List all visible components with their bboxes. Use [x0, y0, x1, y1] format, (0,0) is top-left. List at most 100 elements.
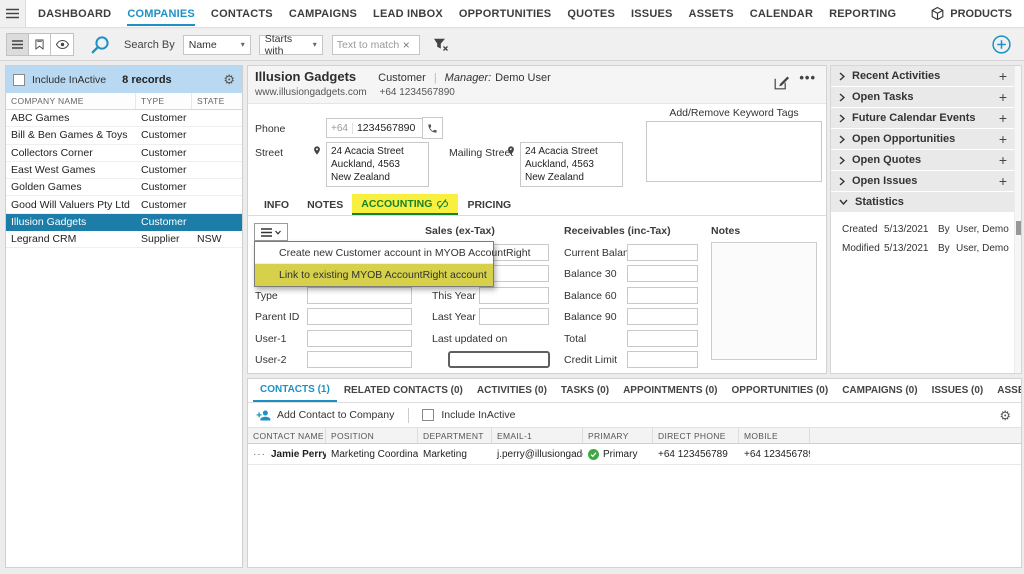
add-recent-activity-button[interactable]: +	[999, 69, 1007, 83]
tab-contacts[interactable]: CONTACTS (1)	[253, 379, 337, 402]
tab-appointments[interactable]: APPOINTMENTS (0)	[616, 379, 724, 402]
balance-30-input[interactable]	[627, 265, 698, 282]
column-company-name[interactable]: COMPANY NAME	[6, 93, 136, 109]
column-mobile[interactable]: MOBILE	[739, 428, 810, 443]
add-contact-label[interactable]: Add Contact to Company	[277, 409, 394, 421]
tab-accounting[interactable]: ACCOUNTING	[352, 194, 458, 215]
tab-info[interactable]: INFO	[255, 194, 298, 215]
search-input[interactable]	[337, 39, 403, 51]
tab-assets[interactable]: ASSETS (0)	[990, 379, 1021, 402]
column-position[interactable]: POSITION	[326, 428, 418, 443]
keyword-tags-input[interactable]	[646, 121, 822, 182]
section-open-tasks[interactable]: Open Tasks +	[831, 87, 1021, 107]
add-contact-button[interactable]	[256, 409, 271, 422]
list-view-button[interactable]	[7, 34, 29, 55]
main-menu-button[interactable]	[0, 0, 26, 27]
add-company-button[interactable]	[992, 35, 1011, 54]
column-type[interactable]: TYPE	[136, 93, 192, 109]
contact-row[interactable]: ···Jamie Perry Marketing Coordinator Mar…	[248, 444, 1021, 465]
street-input[interactable]: 24 Acacia Street Auckland, 4563 New Zeal…	[326, 142, 429, 187]
current-balance-input[interactable]	[627, 244, 698, 261]
last-updated-on-input[interactable]	[448, 351, 550, 368]
nav-dashboard[interactable]: DASHBOARD	[30, 0, 119, 27]
mailing-map-pin-icon[interactable]	[506, 144, 516, 162]
company-website[interactable]: www.illusiongadgets.com	[255, 87, 367, 98]
tab-issues[interactable]: ISSUES (0)	[925, 379, 991, 402]
accounting-menu-button[interactable]	[254, 223, 288, 241]
nav-assets[interactable]: ASSETS	[681, 0, 742, 27]
company-row[interactable]: Bill & Ben Games & ToysCustomer	[6, 127, 242, 144]
section-recent-activities[interactable]: Recent Activities +	[831, 66, 1021, 86]
column-department[interactable]: DEPARTMENT	[418, 428, 492, 443]
column-primary[interactable]: PRIMARY	[583, 428, 653, 443]
accounting-notes-input[interactable]	[711, 242, 817, 360]
sidebar-scrollbar[interactable]	[1014, 66, 1021, 373]
list-settings-gear-icon[interactable]: ⚙	[223, 73, 235, 86]
balance-60-input[interactable]	[627, 287, 698, 304]
tab-pricing[interactable]: PRICING	[458, 194, 520, 215]
nav-quotes[interactable]: QUOTES	[559, 0, 623, 27]
last-year-input[interactable]	[479, 308, 549, 325]
section-open-issues[interactable]: Open Issues +	[831, 171, 1021, 191]
search-operator-select[interactable]: Starts with ▾	[259, 35, 323, 55]
company-row-selected[interactable]: Illusion GadgetsCustomer	[6, 214, 242, 231]
balance-90-input[interactable]	[627, 308, 698, 325]
add-issue-button[interactable]: +	[999, 174, 1007, 188]
section-future-calendar-events[interactable]: Future Calendar Events +	[831, 108, 1021, 128]
search-icon[interactable]	[90, 34, 111, 55]
mailing-street-input[interactable]: 24 Acacia Street Auckland, 4563 New Zeal…	[520, 142, 623, 187]
add-quote-button[interactable]: +	[999, 153, 1007, 167]
column-email-1[interactable]: EMAIL-1	[492, 428, 583, 443]
user-2-input[interactable]	[307, 351, 412, 368]
street-map-pin-icon[interactable]	[312, 144, 322, 162]
company-row[interactable]: Collectors CornerCustomer	[6, 145, 242, 162]
nav-reporting[interactable]: REPORTING	[821, 0, 904, 27]
nav-products[interactable]: PRODUCTS	[930, 6, 1024, 21]
company-row[interactable]: Good Will Valuers Pty LtdCustomer	[6, 196, 242, 213]
tab-activities[interactable]: ACTIVITIES (0)	[470, 379, 554, 402]
company-row[interactable]: ABC GamesCustomer	[6, 110, 242, 127]
bookmark-view-button[interactable]	[29, 34, 51, 55]
user-1-input[interactable]	[307, 330, 412, 347]
nav-opportunities[interactable]: OPPORTUNITIES	[451, 0, 559, 27]
column-contact-name[interactable]: CONTACT NAME↑	[248, 428, 326, 443]
tab-tasks[interactable]: TASKS (0)	[554, 379, 616, 402]
section-open-quotes[interactable]: Open Quotes +	[831, 150, 1021, 170]
dial-phone-button[interactable]	[422, 117, 443, 139]
add-task-button[interactable]: +	[999, 90, 1007, 104]
row-actions-icon[interactable]: ···	[253, 449, 266, 460]
this-year-input[interactable]	[479, 287, 549, 304]
company-row[interactable]: East West GamesCustomer	[6, 162, 242, 179]
scrollbar-thumb[interactable]	[1016, 221, 1021, 235]
tab-campaigns[interactable]: CAMPAIGNS (0)	[835, 379, 924, 402]
edit-company-button[interactable]	[774, 74, 790, 95]
nav-contacts[interactable]: CONTACTS	[203, 0, 281, 27]
credit-limit-input[interactable]	[627, 351, 698, 368]
add-calendar-event-button[interactable]: +	[999, 111, 1007, 125]
column-direct-phone[interactable]: DIRECT PHONE	[653, 428, 739, 443]
tab-notes[interactable]: NOTES	[298, 194, 352, 215]
type-input[interactable]	[307, 287, 412, 304]
nav-campaigns[interactable]: CAMPAIGNS	[281, 0, 365, 27]
tab-related-contacts[interactable]: RELATED CONTACTS (0)	[337, 379, 470, 402]
tab-opportunities[interactable]: OPPORTUNITIES (0)	[725, 379, 836, 402]
phone-input[interactable]: +64 1234567890	[326, 118, 423, 138]
search-field-select[interactable]: Name ▾	[183, 35, 251, 55]
company-row[interactable]: Legrand CRMSupplierNSW	[6, 231, 242, 248]
section-open-opportunities[interactable]: Open Opportunities +	[831, 129, 1021, 149]
nav-calendar[interactable]: CALENDAR	[742, 0, 821, 27]
preview-button[interactable]	[51, 34, 73, 55]
nav-companies[interactable]: COMPANIES	[119, 0, 203, 27]
section-statistics[interactable]: Statistics	[831, 192, 1021, 212]
add-opportunity-button[interactable]: +	[999, 132, 1007, 146]
company-row[interactable]: Golden GamesCustomer	[6, 179, 242, 196]
menu-item-create-myob-account[interactable]: Create new Customer account in MYOB Acco…	[255, 242, 493, 264]
total-input[interactable]	[627, 330, 698, 347]
parent-id-input[interactable]	[307, 308, 412, 325]
contacts-settings-gear-icon[interactable]: ⚙	[999, 409, 1011, 422]
menu-item-link-myob-account[interactable]: Link to existing MYOB AccountRight accou…	[255, 264, 493, 286]
more-options-button[interactable]: •••	[799, 70, 816, 85]
contacts-include-inactive-checkbox[interactable]	[422, 409, 434, 421]
column-state[interactable]: STATE	[192, 93, 242, 109]
clear-search-icon[interactable]: ×	[403, 38, 410, 52]
